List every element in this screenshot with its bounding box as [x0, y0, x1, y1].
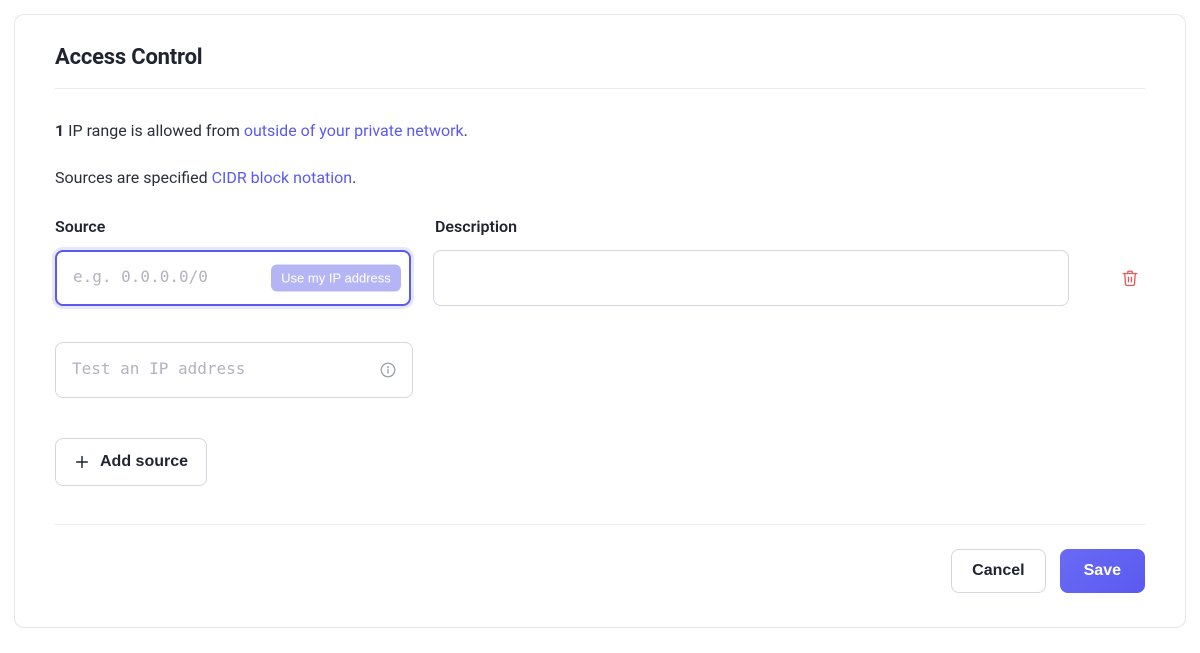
footer-actions: Cancel Save	[55, 549, 1145, 593]
use-my-ip-button[interactable]: Use my IP address	[271, 265, 401, 292]
test-ip-wrapper	[55, 342, 413, 398]
info-icon[interactable]	[379, 361, 397, 379]
divider-bottom	[55, 524, 1145, 525]
actions-column-spacer	[1097, 217, 1145, 236]
cidr-notation-link[interactable]: CIDR block notation	[212, 168, 353, 187]
cidr-notation-line: Sources are specified CIDR block notatio…	[55, 168, 1145, 187]
column-headers: Source Description	[55, 217, 1145, 236]
ip-range-text-before: IP range is allowed from	[64, 121, 244, 140]
cancel-button[interactable]: Cancel	[951, 549, 1045, 593]
description-column-label: Description	[435, 217, 1075, 236]
test-ip-input[interactable]	[55, 342, 413, 398]
ip-range-summary: 1 IP range is allowed from outside of yo…	[55, 121, 1145, 140]
cidr-text-after: .	[352, 168, 356, 187]
panel-title: Access Control	[55, 45, 1145, 70]
outside-network-link[interactable]: outside of your private network	[244, 121, 464, 140]
source-row: Use my IP address	[55, 250, 1145, 306]
delete-row-button[interactable]	[1115, 263, 1145, 293]
divider-top	[55, 88, 1145, 89]
source-column-label: Source	[55, 217, 413, 236]
trash-icon	[1121, 269, 1139, 287]
save-button[interactable]: Save	[1060, 549, 1145, 593]
plus-icon	[74, 454, 90, 470]
access-control-panel: Access Control 1 IP range is allowed fro…	[14, 14, 1186, 628]
add-source-button[interactable]: Add source	[55, 438, 207, 486]
ip-range-text-after: .	[464, 121, 468, 140]
ip-range-count: 1	[55, 121, 64, 140]
source-input-wrapper: Use my IP address	[55, 250, 411, 306]
description-input[interactable]	[433, 250, 1069, 306]
add-source-label: Add source	[100, 453, 188, 471]
cidr-text-before: Sources are specified	[55, 168, 212, 187]
